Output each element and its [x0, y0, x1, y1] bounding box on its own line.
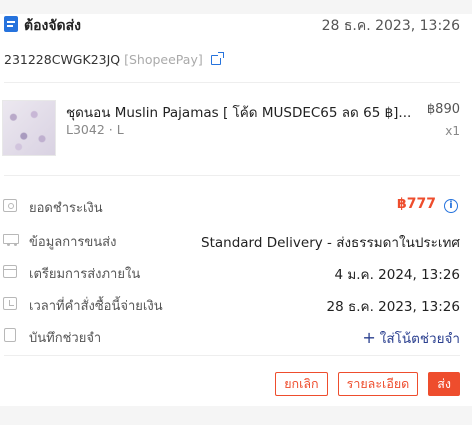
- ship-button[interactable]: ส่ง: [428, 372, 460, 396]
- details-button[interactable]: รายละเอียด: [337, 372, 419, 396]
- order-header: ต้องจัดส่ง 28 ธ.ค. 2023, 13:26: [0, 14, 472, 34]
- product-title[interactable]: ชุดนอน Muslin Pajamas [ โค้ด MUSDEC65 ลด…: [66, 101, 412, 123]
- order-id: 231228CWGK23JQ: [4, 52, 121, 67]
- shipping-value: Standard Delivery - ส่งธรรมดาในประเทศ: [201, 235, 460, 251]
- add-note-text: ใส่โน้ตช่วยจำ: [379, 331, 460, 347]
- paid-time-row: เวลาที่คำสั่งซื้อนี้จ่ายเงิน 28 ธ.ค. 202…: [0, 294, 472, 315]
- product-image[interactable]: [2, 100, 56, 156]
- order-date: 28 ธ.ค. 2023, 13:26: [321, 18, 460, 34]
- shipping-row: ข้อมูลการขนส่ง Standard Delivery - ส่งธร…: [0, 230, 472, 251]
- order-status: ต้องจัดส่ง: [24, 18, 82, 34]
- info-icon[interactable]: i: [444, 199, 458, 213]
- note-row: บันทึกช่วยจำ + ใส่โน้ตช่วยจำ: [0, 326, 472, 349]
- total-label: ยอดชำระเงิน: [29, 201, 103, 216]
- cancel-button[interactable]: ยกเลิก: [275, 372, 328, 396]
- ship-by-label: เตรียมการส่งภายใน: [29, 267, 141, 282]
- wallet-icon: [3, 199, 17, 212]
- total-row: ยอดชำระเงิน ฿777 i: [0, 196, 472, 216]
- product-variant: L3042 · L: [66, 122, 124, 137]
- divider: [4, 82, 460, 83]
- clock-icon: [3, 297, 17, 310]
- truck-icon: [3, 234, 19, 246]
- shipping-label: ข้อมูลการขนส่ง: [29, 235, 117, 250]
- order-id-row: 231228CWGK23JQ [ShopeePay]: [4, 52, 224, 70]
- payment-method: [ShopeePay]: [124, 52, 203, 67]
- note-icon: [4, 328, 16, 342]
- divider: [4, 175, 460, 176]
- paid-time-value: 28 ธ.ค. 2023, 13:26: [326, 299, 460, 315]
- divider: [4, 355, 460, 356]
- paid-time-label: เวลาที่คำสั่งซื้อนี้จ่ายเงิน: [29, 299, 163, 314]
- note-label: บันทึกช่วยจำ: [29, 331, 102, 346]
- plus-icon: +: [362, 328, 376, 347]
- add-note-link[interactable]: + ใส่โน้ตช่วยจำ: [362, 327, 460, 349]
- order-actions: ยกเลิก รายละเอียด ส่ง: [275, 372, 460, 396]
- external-link-icon[interactable]: [210, 52, 224, 65]
- product-price: ฿890: [426, 102, 460, 117]
- document-icon: [4, 16, 18, 32]
- ship-by-row: เตรียมการส่งภายใน 4 ม.ค. 2024, 13:26: [0, 262, 472, 283]
- calendar-icon: [3, 265, 17, 278]
- total-amount: ฿777: [397, 196, 436, 212]
- product-quantity: x1: [445, 124, 460, 138]
- ship-by-value: 4 ม.ค. 2024, 13:26: [334, 267, 460, 283]
